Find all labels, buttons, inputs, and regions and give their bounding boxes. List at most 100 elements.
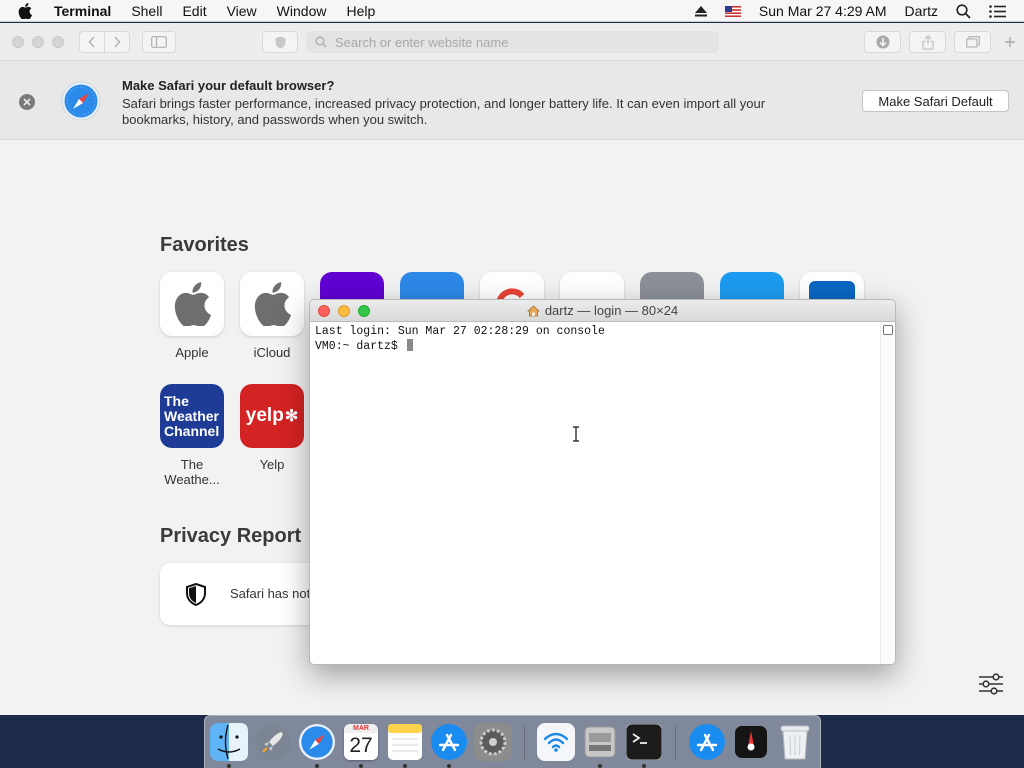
favorite-label: iCloud [253, 345, 291, 360]
make-safari-default-button[interactable]: Make Safari Default [862, 90, 1009, 112]
running-indicator [447, 764, 451, 768]
favorite-apple[interactable]: Apple [160, 272, 224, 360]
terminal-title-bar[interactable]: dartz — login — 80×24 [310, 300, 895, 322]
menu-view[interactable]: View [227, 3, 257, 19]
safari-close-button[interactable] [12, 36, 24, 48]
trash-icon [780, 725, 810, 760]
calendar-icon: MAR 27 [344, 724, 378, 760]
us-flag-icon[interactable] [724, 5, 741, 17]
weather-tile-line: Weather [164, 407, 219, 424]
text-cursor [406, 339, 413, 351]
terminal-window[interactable]: dartz — login — 80×24 Last login: Sun Ma… [309, 299, 896, 665]
sidebar-toggle-button[interactable] [142, 31, 176, 53]
scroll-marker-icon [883, 325, 893, 335]
dock-safari[interactable] [298, 723, 336, 768]
new-tab-button[interactable] [1004, 35, 1016, 53]
banner-description: Safari brings faster performance, increa… [122, 96, 766, 127]
app-store-folder-icon [689, 724, 725, 760]
sidebar-icon [151, 36, 167, 48]
safari-compass-icon [61, 81, 101, 126]
weather-channel-logo-icon: The Weather Channel [160, 384, 224, 448]
running-indicator [315, 764, 319, 768]
forward-button[interactable] [104, 31, 130, 53]
favorite-label: Yelp [259, 457, 285, 472]
chevron-left-icon [88, 36, 95, 48]
dock-separator [675, 726, 676, 760]
hard-drive-icon [584, 726, 616, 758]
clock-datetime[interactable]: Sun Mar 27 4:29 AM [759, 3, 887, 19]
user-name[interactable]: Dartz [905, 3, 938, 19]
menu-window[interactable]: Window [277, 3, 327, 19]
safari-minimize-button[interactable] [32, 36, 44, 48]
apple-logo-icon [240, 272, 304, 336]
privacy-report-text: Safari has not [230, 586, 311, 601]
apple-menu-icon[interactable] [18, 2, 38, 19]
dock-notes[interactable] [386, 723, 424, 768]
dock-launchpad[interactable] [254, 723, 292, 761]
dock-calendar[interactable]: MAR 27 [342, 723, 380, 768]
customize-start-page-button[interactable] [978, 673, 1004, 700]
dock: MAR 27 [204, 715, 821, 768]
app-store-icon [431, 724, 467, 760]
menu-app-terminal[interactable]: Terminal [54, 3, 111, 19]
terminal-prompt-line: VM0:~ dartz$ [315, 339, 895, 354]
address-input[interactable] [335, 34, 715, 50]
gauge-icon [735, 726, 767, 758]
back-button[interactable] [79, 31, 105, 53]
calendar-month: MAR [344, 724, 378, 733]
favorite-label: Apple [175, 345, 209, 360]
dock-system-preferences[interactable] [474, 723, 512, 761]
favorite-label: The Weathe... [164, 457, 220, 487]
menu-edit[interactable]: Edit [182, 3, 206, 19]
dock-wireless-diagnostics[interactable] [537, 723, 575, 761]
search-icon [315, 36, 327, 48]
dock-disk-utility[interactable] [581, 723, 619, 768]
sliders-icon [979, 673, 1003, 695]
eject-icon[interactable] [694, 5, 707, 17]
wifi-icon [537, 723, 575, 761]
rocket-icon [255, 724, 291, 760]
share-button[interactable] [909, 31, 946, 53]
terminal-minimize-button[interactable] [338, 305, 350, 317]
shield-icon [186, 583, 206, 606]
menu-shell[interactable]: Shell [131, 3, 162, 19]
privacy-shield-button[interactable] [262, 31, 298, 53]
notification-center-icon[interactable] [989, 4, 1006, 18]
downloads-button[interactable] [864, 31, 901, 53]
terminal-icon [626, 724, 662, 760]
dock-instruments[interactable] [732, 723, 770, 761]
download-icon [876, 35, 889, 49]
dock-trash[interactable] [776, 723, 814, 761]
running-indicator [642, 764, 646, 768]
menu-help[interactable]: Help [346, 3, 375, 19]
safari-zoom-button[interactable] [52, 36, 64, 48]
privacy-report-heading: Privacy Report [160, 525, 302, 547]
running-indicator [359, 764, 363, 768]
favorite-weather-channel[interactable]: The Weather Channel The Weathe... [160, 384, 224, 487]
running-indicator [403, 764, 407, 768]
close-icon [23, 98, 31, 106]
dock-app-store-downloads[interactable] [688, 723, 726, 761]
safari-toolbar [0, 23, 1024, 61]
notes-icon [388, 724, 422, 760]
banner-close-button[interactable] [19, 94, 35, 110]
terminal-content[interactable]: Last login: Sun Mar 27 02:28:29 on conso… [310, 322, 895, 664]
tab-overview-button[interactable] [954, 31, 991, 53]
chevron-right-icon [114, 36, 121, 48]
favorite-yelp[interactable]: yelp ✻ Yelp [240, 384, 304, 472]
default-browser-banner: Make Safari your default browser? Safari… [0, 61, 1024, 140]
safari-icon [298, 723, 336, 761]
terminal-zoom-button[interactable] [358, 305, 370, 317]
dock-separator [524, 726, 525, 760]
address-bar[interactable] [306, 31, 719, 53]
share-icon [921, 34, 934, 50]
finder-icon [210, 723, 248, 761]
banner-title: Make Safari your default browser? [122, 78, 335, 93]
dock-app-store[interactable] [430, 723, 468, 768]
dock-terminal[interactable] [625, 723, 663, 768]
terminal-close-button[interactable] [318, 305, 330, 317]
spotlight-search-icon[interactable] [956, 3, 971, 19]
terminal-scrollbar[interactable] [880, 322, 895, 664]
favorite-icloud[interactable]: iCloud [240, 272, 304, 360]
dock-finder[interactable] [210, 723, 248, 768]
